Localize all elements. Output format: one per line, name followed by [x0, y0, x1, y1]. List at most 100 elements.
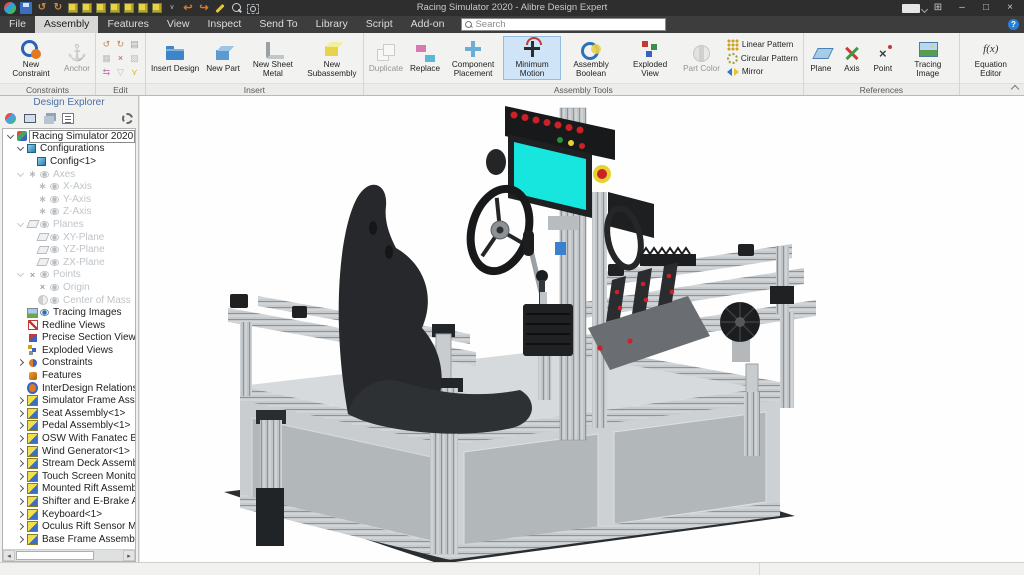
- new-sheet-metal-button[interactable]: New Sheet Metal: [244, 36, 302, 80]
- flip-icon[interactable]: ⇆: [100, 66, 113, 79]
- visibility-eye-icon[interactable]: [50, 208, 59, 215]
- tree-item[interactable]: Wind Generator<1>: [4, 445, 135, 458]
- tree-item[interactable]: Touch Screen Monitor Assembly: [4, 470, 135, 483]
- tree-item[interactable]: Exploded Views: [4, 344, 135, 357]
- view-top-icon[interactable]: [124, 3, 134, 13]
- tree-item[interactable]: Redline Views: [4, 319, 135, 332]
- view-front-icon[interactable]: [68, 3, 78, 13]
- tree-item[interactable]: Config<1>: [4, 155, 135, 168]
- expand-chevron[interactable]: [17, 144, 24, 151]
- tree-item[interactable]: Keyboard<1>: [4, 508, 135, 521]
- undo-icon[interactable]: ↺: [36, 2, 48, 14]
- axis-button[interactable]: Axis: [837, 40, 867, 75]
- part-color-button[interactable]: Part Color: [680, 40, 723, 75]
- zoom-window-icon[interactable]: [246, 2, 258, 14]
- expand-chevron[interactable]: [17, 498, 24, 505]
- view-iso-icon[interactable]: [152, 3, 162, 13]
- scrollbar-thumb[interactable]: [16, 551, 94, 560]
- anchor-button[interactable]: ⚓Anchor: [61, 40, 93, 75]
- tree-item[interactable]: ZX-Plane: [4, 256, 135, 269]
- tree-item[interactable]: Tracing Images: [4, 306, 135, 319]
- tree-item[interactable]: YZ-Plane: [4, 243, 135, 256]
- tab-assembly[interactable]: Assembly: [35, 16, 99, 33]
- visibility-eye-icon[interactable]: [50, 196, 59, 203]
- tree-item[interactable]: Seat Assembly<1>: [4, 407, 135, 420]
- visibility-eye-icon[interactable]: [40, 221, 49, 228]
- 3d-viewport[interactable]: [140, 96, 1024, 562]
- tree-item[interactable]: Simulator Frame Assembly<1>(A: [4, 394, 135, 407]
- expand-chevron[interactable]: [17, 220, 24, 227]
- hierarchy-icon[interactable]: [62, 113, 74, 124]
- rotate-left-icon[interactable]: ↩: [182, 2, 194, 14]
- visibility-eye-icon[interactable]: [50, 234, 59, 241]
- tab-view[interactable]: View: [158, 16, 199, 33]
- tree-item[interactable]: OSW With Fanatec BMW<1>: [4, 432, 135, 445]
- tree-item[interactable]: Constraints: [4, 357, 135, 370]
- new-subassembly-button[interactable]: New Subassembly: [303, 36, 361, 80]
- tab-add-on[interactable]: Add-on: [402, 16, 454, 33]
- rotate-right-icon[interactable]: ↪: [198, 2, 210, 14]
- tree-item[interactable]: Pedal Assembly<1>: [4, 420, 135, 433]
- redo-icon[interactable]: ↻: [114, 38, 127, 51]
- gear-icon[interactable]: [122, 113, 133, 124]
- expand-chevron[interactable]: [17, 448, 24, 455]
- expand-chevron[interactable]: [17, 473, 24, 480]
- tree-item[interactable]: Planes: [4, 218, 135, 231]
- mirror-button[interactable]: Mirror: [727, 66, 798, 78]
- sketch-pencil-icon[interactable]: [214, 2, 226, 14]
- window-layout-button[interactable]: ⊞: [926, 0, 950, 16]
- expand-chevron[interactable]: [17, 523, 24, 530]
- app-logo-icon[interactable]: [4, 2, 16, 14]
- tree-item[interactable]: ∗Axes: [4, 168, 135, 181]
- linear-pattern-button[interactable]: Linear Pattern: [727, 39, 798, 51]
- minimum-motion-button[interactable]: Minimum Motion: [503, 36, 561, 80]
- tree-item[interactable]: InterDesign Relations: [4, 382, 135, 395]
- circular-pattern-button[interactable]: Circular Pattern: [727, 53, 798, 64]
- tree-item[interactable]: Configurations: [4, 143, 135, 156]
- restore-button[interactable]: □: [974, 0, 998, 16]
- expand-chevron[interactable]: [17, 397, 24, 404]
- layers-icon[interactable]: [44, 116, 54, 124]
- edit-icon[interactable]: ▧: [128, 52, 141, 65]
- tree-item[interactable]: ×Origin: [4, 281, 135, 294]
- save-icon[interactable]: [20, 2, 32, 14]
- tree-item[interactable]: Features: [4, 369, 135, 382]
- tab-script[interactable]: Script: [357, 16, 402, 33]
- component-placement-button[interactable]: Component Placement: [444, 36, 502, 80]
- language-indicator[interactable]: [902, 4, 920, 13]
- visibility-eye-icon[interactable]: [50, 246, 59, 253]
- tree-item[interactable]: Shifter and E-Brake Assembly<1: [4, 495, 135, 508]
- tab-features[interactable]: Features: [98, 16, 157, 33]
- close-button[interactable]: ×: [998, 0, 1022, 16]
- scrollbar-track[interactable]: [15, 550, 123, 561]
- search-box[interactable]: [461, 18, 666, 31]
- tree-item[interactable]: Stream Deck Assembly<1>: [4, 457, 135, 470]
- plane-button[interactable]: Plane: [806, 40, 836, 75]
- undo-icon[interactable]: ↺: [100, 38, 113, 51]
- view-bottom-icon[interactable]: [138, 3, 148, 13]
- exploded-view-button[interactable]: Exploded View: [621, 36, 679, 80]
- visibility-eye-icon[interactable]: [40, 309, 49, 316]
- display-icon[interactable]: [24, 114, 36, 123]
- tree-item[interactable]: Racing Simulator 2020: [4, 130, 135, 143]
- tracing-image-button[interactable]: Tracing Image: [899, 36, 957, 80]
- expand-chevron[interactable]: [17, 359, 24, 366]
- expand-chevron[interactable]: [17, 536, 24, 543]
- expand-chevron[interactable]: [7, 132, 14, 139]
- visibility-eye-icon[interactable]: [50, 259, 59, 266]
- tree-item[interactable]: ∗Y-Axis: [4, 193, 135, 206]
- delete-icon[interactable]: ×: [114, 52, 127, 65]
- visibility-eye-icon[interactable]: [40, 171, 49, 178]
- new-constraint-button[interactable]: New Constraint: [2, 36, 60, 80]
- tree-item[interactable]: Base Frame Assembly<1>: [4, 533, 135, 546]
- insert-design-button[interactable]: Insert Design: [148, 40, 202, 75]
- filter-icon[interactable]: ⋎: [128, 66, 141, 79]
- replace-button[interactable]: Replace: [407, 40, 443, 75]
- visibility-eye-icon[interactable]: [50, 297, 59, 304]
- zoom-icon[interactable]: [230, 2, 242, 14]
- tree-item[interactable]: Precise Section Views: [4, 332, 135, 345]
- expand-chevron[interactable]: [17, 170, 24, 177]
- assembly-boolean-button[interactable]: Assembly Boolean: [562, 36, 620, 80]
- view-right-icon[interactable]: [110, 3, 120, 13]
- scroll-right-button[interactable]: ▸: [123, 550, 135, 561]
